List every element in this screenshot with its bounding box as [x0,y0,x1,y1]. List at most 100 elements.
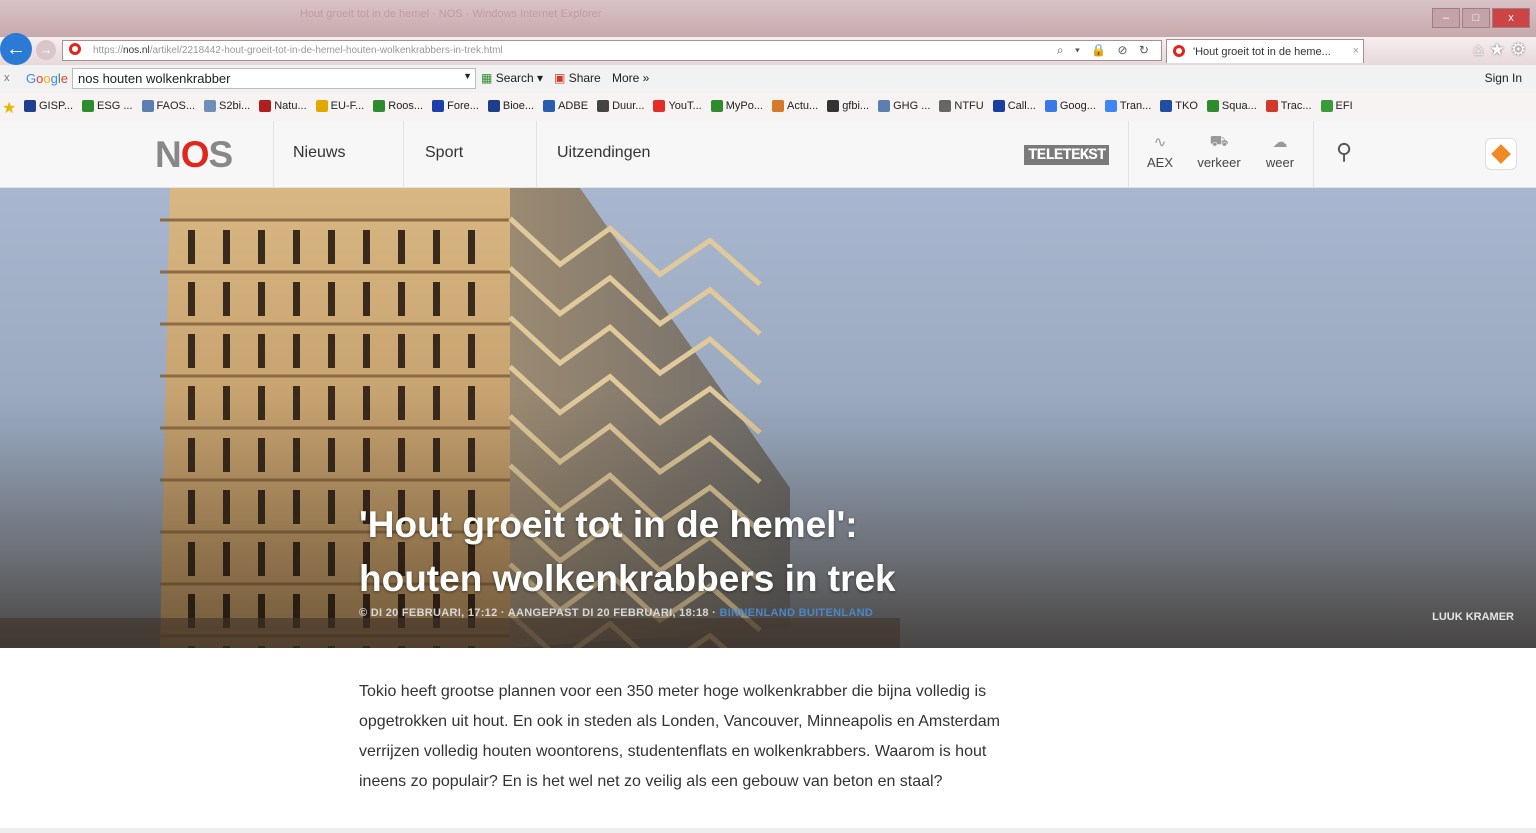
tab-label: 'Hout groeit tot in de heme... [1193,46,1331,58]
article-meta: © DI 20 FEBRUARI, 17:12 · AANGEPAST DI 2… [359,607,874,619]
favorite-item[interactable]: EU-F... [315,100,365,112]
address-url[interactable]: https://nos.nl/artikel/2218442-hout-groe… [93,45,503,56]
weer-link[interactable]: ☁ weer [1250,133,1310,170]
favorite-label: ESG ... [97,100,133,112]
favorite-favicon-icon [710,100,723,112]
photo-credit: LUUK KRAMER [1432,611,1514,623]
favorite-item[interactable]: S2bi... [204,100,250,112]
header-divider [1128,121,1129,187]
favorite-item[interactable]: YouT... [653,100,702,112]
window-titlebar: Hout groeit tot in de hemel - NOS - Wind… [0,0,1536,37]
tab-active[interactable]: 'Hout groeit tot in de heme... × [1166,39,1364,63]
chevron-down-icon[interactable]: ▼ [463,71,472,81]
forward-button[interactable]: → [36,40,56,60]
favorite-label: Goog... [1059,100,1096,112]
favorite-item[interactable]: FAOS... [141,100,196,112]
tab-close-icon[interactable]: × [1353,45,1359,57]
header-divider [1313,121,1314,187]
nos-app-icon[interactable] [1485,138,1517,170]
favorite-favicon-icon [543,100,556,112]
ie-tools-icons[interactable]: ⌂★⚙ [1473,40,1532,60]
favorite-item[interactable]: Actu... [772,100,818,112]
close-window-button[interactable]: x [1492,8,1530,28]
favorite-label: YouT... [668,100,702,112]
favorite-item[interactable]: Trac... [1265,100,1312,112]
favorite-item[interactable]: Fore... [432,100,479,112]
favorite-label: Call... [1007,100,1036,112]
favorite-favicon-icon [487,100,500,112]
favorite-label: EFI [1335,100,1353,112]
favorite-item[interactable]: gfbi... [827,100,869,112]
favorites-list: GISP... ESG ... FAOS... S2bi... Natu... EU-F.… [24,100,1353,112]
nav-link-nieuws[interactable]: Nieuws [293,144,345,162]
favorite-label: gfbi... [842,100,870,112]
favorite-label: TKO [1175,100,1198,112]
google-search-button[interactable]: ▦ Search ▾ [481,71,543,85]
favorite-favicon-icon [432,100,445,112]
favorite-item[interactable]: MyPo... [710,100,763,112]
back-button[interactable]: ← [0,33,32,65]
google-toolbar-close-icon[interactable]: x [4,72,10,84]
favorite-item[interactable]: EFI [1320,100,1353,112]
teletekst-link[interactable]: TELETEKST [1024,145,1110,165]
window-title: Hout groeit tot in de hemel - NOS - Wind… [300,8,602,20]
favorites-star-icon[interactable]: ★ [2,98,16,118]
favorite-label: FAOS... [156,100,196,112]
favorite-item[interactable]: NTFU [939,100,984,112]
favorite-item[interactable]: Natu... [259,100,307,112]
favorite-item[interactable]: Bioe... [487,100,534,112]
article-category-link[interactable]: BINNENLAND BUITENLAND [720,607,874,619]
favorite-favicon-icon [82,100,95,112]
favorite-favicon-icon [24,100,36,112]
google-logo: Google [26,71,68,86]
tab-favicon-icon [1173,45,1185,57]
google-toolbar: x Google nos houten wolkenkrabber ▼ ▦ Se… [0,65,1536,94]
maximize-button[interactable]: □ [1462,8,1490,28]
favorite-item[interactable]: TKO [1160,100,1198,112]
article-updated: AANGEPAST DI 20 FEBRUARI, 18:18 [507,607,709,619]
header-divider [273,121,274,187]
google-sign-in-link[interactable]: Sign In [1485,71,1522,85]
favorite-favicon-icon [315,100,328,112]
address-bar[interactable]: https://nos.nl/artikel/2218442-hout-groe… [62,40,1162,61]
nos-logo[interactable]: NOS [155,134,233,176]
verkeer-link[interactable]: ⛟ verkeer [1189,133,1249,170]
favorite-label: S2bi... [219,100,251,112]
favorite-label: GHG ... [893,100,931,112]
minimize-button[interactable]: – [1432,8,1460,28]
favorite-favicon-icon [141,100,154,112]
favorite-favicon-icon [204,100,217,112]
google-search-input[interactable]: nos houten wolkenkrabber ▼ [72,68,476,89]
favorite-label: NTFU [954,100,984,112]
search-icon[interactable]: ⚲ [1336,139,1352,165]
favorite-item[interactable]: Roos... [373,100,423,112]
nav-link-uitzendingen[interactable]: Uitzendingen [557,144,650,162]
article-intro: Tokio heeft grootse plannen voor een 350… [359,683,1000,790]
favorite-item[interactable]: Tran... [1104,100,1151,112]
favorite-favicon-icon [992,100,1005,112]
favorite-favicon-icon [827,100,840,112]
favorite-favicon-icon [878,100,891,112]
cloud-icon: ☁ [1272,134,1288,151]
nav-link-sport[interactable]: Sport [425,144,463,162]
favorite-item[interactable]: GISP... [24,100,73,112]
favorite-label: MyPo... [725,100,763,112]
favorite-item[interactable]: Duur... [597,100,644,112]
favorite-item[interactable]: GHG ... [878,100,930,112]
google-share-button[interactable]: ▣ Share [554,71,601,85]
favorite-item[interactable]: Goog... [1044,100,1096,112]
google-more-button[interactable]: More » [612,71,649,85]
favorite-favicon-icon [597,100,610,112]
favorite-item[interactable]: Call... [992,100,1036,112]
article-date: © DI 20 FEBRUARI, 17:12 [359,607,498,619]
window-controls: – □ x [1432,8,1530,28]
favorite-item[interactable]: ESG ... [82,100,133,112]
address-tools-icons[interactable]: ⌕ ▾ 🔒 ⊘ ↻ [1057,43,1153,58]
status-bar [0,828,1536,833]
favorite-label: EU-F... [330,100,365,112]
favorite-item[interactable]: Squa... [1206,100,1257,112]
favorite-item[interactable]: ADBE [543,100,588,112]
favorite-favicon-icon [1160,100,1173,112]
aex-link[interactable]: ∿ AEX [1130,133,1190,170]
favorite-favicon-icon [373,100,386,112]
